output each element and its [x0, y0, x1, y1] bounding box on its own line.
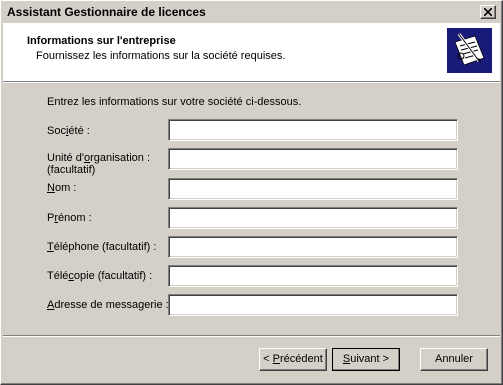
close-icon [484, 8, 492, 16]
wizard-header: Informations sur l'entreprise Fournissez… [3, 23, 500, 81]
first-name-field[interactable] [168, 207, 458, 229]
close-button[interactable] [480, 5, 496, 19]
form-intro: Entrez les informations sur votre sociét… [47, 96, 302, 108]
cancel-button[interactable]: Annuler [420, 348, 488, 371]
back-button[interactable]: < Précédent [259, 348, 327, 371]
header-subtitle: Fournissez les informations sur la socié… [36, 50, 286, 62]
window-title: Assistant Gestionnaire de licences [7, 5, 206, 19]
next-button[interactable]: Suivant > [332, 348, 400, 371]
label-fax: Télécopie (facultatif) : [47, 270, 153, 282]
org-unit-field[interactable] [168, 148, 458, 170]
license-document-pen-icon [447, 28, 492, 73]
email-field[interactable] [168, 294, 458, 316]
label-company: Société : [47, 125, 90, 137]
title-bar[interactable]: Assistant Gestionnaire de licences [3, 3, 500, 22]
license-wizard-window: Assistant Gestionnaire de licences Infor… [0, 0, 503, 385]
label-last-name: Nom : [47, 182, 77, 194]
label-org-unit: Unité d'organisation : (facultatif) [47, 152, 151, 176]
company-field[interactable] [168, 119, 458, 141]
header-title: Informations sur l'entreprise [27, 35, 176, 47]
last-name-field[interactable] [168, 178, 458, 200]
fax-field[interactable] [168, 265, 458, 287]
label-email: Adresse de messagerie : [47, 299, 169, 311]
label-phone: Téléphone (facultatif) : [47, 241, 157, 253]
phone-field[interactable] [168, 236, 458, 258]
header-separator [3, 81, 500, 83]
footer-separator [3, 335, 500, 337]
label-first-name: Prénom : [47, 212, 92, 224]
